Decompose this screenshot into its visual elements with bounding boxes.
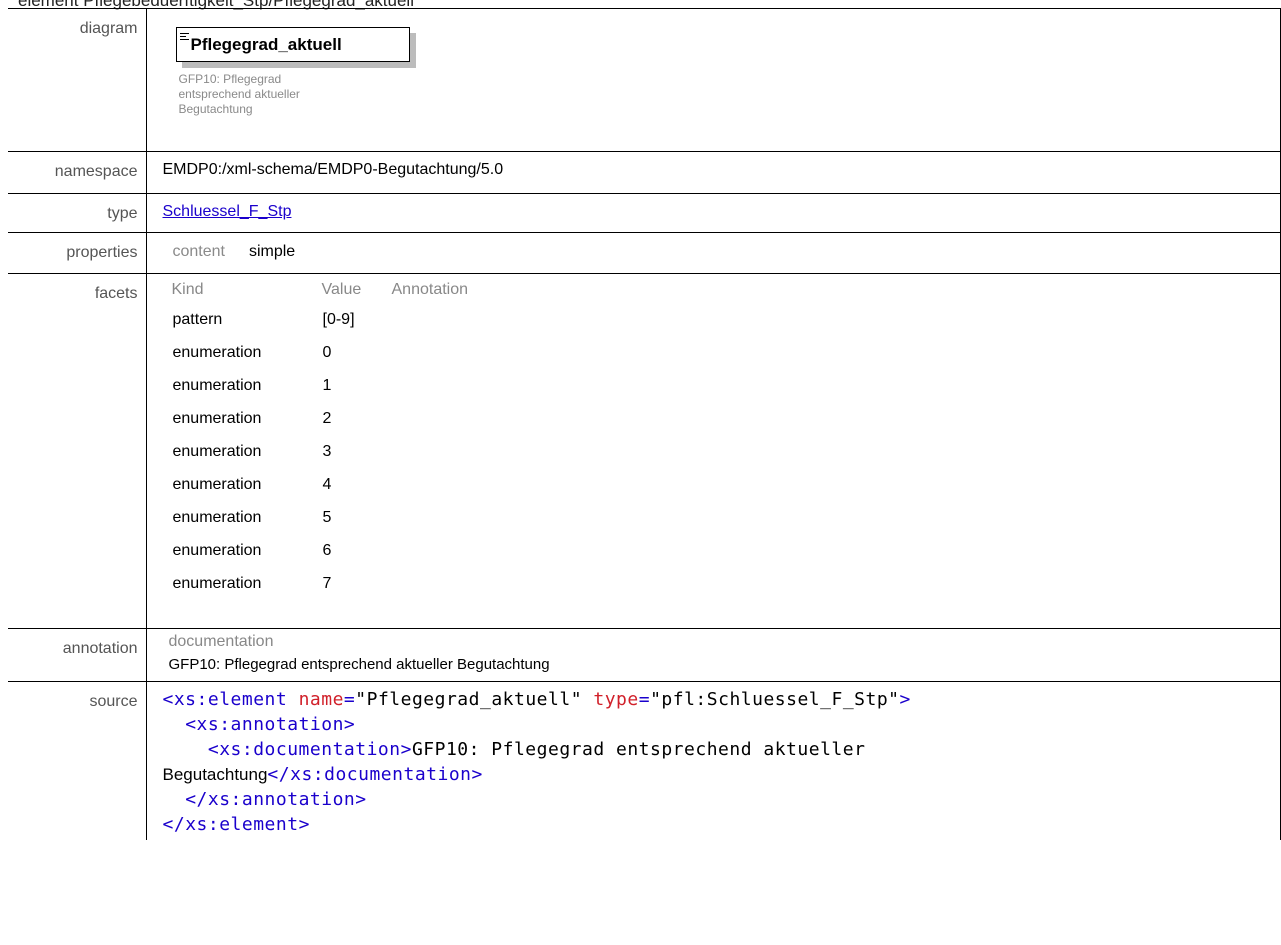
- facets-table: Kind Value Annotation pattern [0-9] enume…: [169, 281, 1281, 600]
- facet-value: 6: [322, 541, 332, 559]
- doc-line: GFP10: Pflegegrad: [178, 72, 282, 86]
- facet-value: 7: [322, 574, 332, 592]
- element-node-name: Pflegegrad_aktuell: [190, 35, 342, 54]
- facet-kind: enumeration: [172, 409, 262, 427]
- facet-row: enumeration 5: [169, 501, 1281, 534]
- namespace-row: namespace EMDP0:/xml-schema/EMDP0-Beguta…: [8, 151, 1281, 194]
- facet-row: pattern [0-9]: [169, 303, 1281, 336]
- facet-row: enumeration 0: [169, 336, 1281, 369]
- source-label: source: [8, 681, 147, 840]
- facet-row: enumeration 3: [169, 435, 1281, 468]
- facet-row: enumeration 4: [169, 468, 1281, 501]
- source-code: <xs:element name="Pflegegrad_aktuell" ty…: [162, 689, 911, 835]
- annotation-label: annotation: [8, 628, 147, 682]
- namespace-label: namespace: [8, 151, 147, 194]
- type-label: type: [8, 193, 147, 233]
- facet-value: 3: [322, 442, 332, 460]
- facet-value: 2: [322, 409, 332, 427]
- facet-row: enumeration 6: [169, 534, 1281, 567]
- facet-kind: enumeration: [172, 376, 262, 394]
- element-node[interactable]: Pflegegrad_aktuell: [175, 27, 410, 62]
- element-content-icon: [179, 33, 189, 42]
- element-doc-table: diagram Pflegegrad_aktuell GFP10: Pflege…: [8, 8, 1281, 840]
- property-value: simple: [248, 243, 296, 260]
- type-link[interactable]: Schluessel_F_Stp: [163, 203, 292, 220]
- facet-row: enumeration 1: [169, 369, 1281, 402]
- namespace-value: EMDP0:/xml-schema/EMDP0-Begutachtung/5.0: [162, 161, 504, 178]
- facet-kind: enumeration: [172, 541, 262, 559]
- element-diagram: Pflegegrad_aktuell GFP10: Pflegegrad ent…: [175, 27, 416, 147]
- facet-kind: enumeration: [172, 475, 262, 493]
- facet-row: enumeration 2: [169, 402, 1281, 435]
- facet-kind: pattern: [172, 310, 223, 328]
- facets-header-value: Value: [321, 281, 362, 298]
- facet-kind: enumeration: [172, 574, 262, 592]
- source-row: source <xs:element name="Pflegegrad_aktu…: [8, 681, 1281, 840]
- facets-header: Kind Value Annotation: [169, 281, 1281, 303]
- facet-row: enumeration 7: [169, 567, 1281, 600]
- facet-value: [0-9]: [322, 310, 355, 328]
- doc-line: Begutachtung: [178, 102, 253, 116]
- property-key: content: [172, 243, 225, 260]
- properties-label: properties: [8, 232, 147, 274]
- diagram-row: diagram Pflegegrad_aktuell GFP10: Pflege…: [8, 8, 1281, 152]
- annotation-title: documentation: [168, 633, 274, 650]
- properties-row: properties content simple: [8, 232, 1281, 274]
- facet-value: 0: [322, 343, 332, 361]
- facets-header-annotation: Annotation: [391, 281, 469, 298]
- doc-line: entsprechend aktueller: [178, 87, 300, 101]
- element-node-documentation: GFP10: Pflegegrad entsprechend aktueller…: [179, 72, 399, 117]
- facets-label: facets: [8, 273, 147, 629]
- facet-value: 4: [322, 475, 332, 493]
- facets-row: facets Kind Value Annotation pattern [0-9…: [8, 273, 1281, 629]
- facets-header-kind: Kind: [171, 281, 204, 298]
- facet-kind: enumeration: [172, 442, 262, 460]
- facet-value: 5: [322, 508, 332, 526]
- annotation-row: annotation documentation GFP10: Pflegegr…: [8, 628, 1281, 682]
- annotation-text: GFP10: Pflegegrad entsprechend aktueller…: [168, 656, 550, 673]
- facet-kind: enumeration: [172, 343, 262, 361]
- diagram-label: diagram: [8, 8, 147, 152]
- type-row: type Schluessel_F_Stp: [8, 193, 1281, 233]
- facet-value: 1: [322, 376, 332, 394]
- facet-kind: enumeration: [172, 508, 262, 526]
